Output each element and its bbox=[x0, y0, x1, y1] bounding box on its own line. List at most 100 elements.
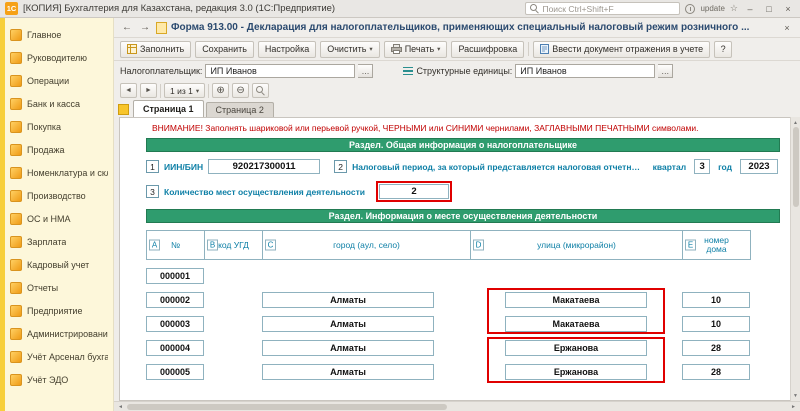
sidebar: Главное Руководителю Операции Банк и кас… bbox=[0, 18, 114, 411]
tab-page-1[interactable]: Страница 1 bbox=[133, 100, 204, 117]
street-cell[interactable]: Макатаева bbox=[505, 292, 647, 308]
forward-button[interactable]: → bbox=[138, 22, 152, 33]
empty-cell bbox=[470, 268, 682, 284]
sidebar-item-purchase[interactable]: Покупка bbox=[5, 115, 113, 138]
activity-places-value[interactable]: 2 bbox=[379, 184, 449, 199]
row-number-cell[interactable]: 000001 bbox=[146, 268, 204, 284]
print-button[interactable]: Печать▾ bbox=[384, 41, 448, 58]
form-title: Форма 913.00 - Декларация для налогоплат… bbox=[171, 22, 776, 33]
tab-page-2[interactable]: Страница 2 bbox=[206, 102, 274, 117]
city-cell[interactable]: Алматы bbox=[262, 292, 434, 308]
sidebar-item-label: Продажа bbox=[27, 145, 65, 155]
horizontal-scrollbar[interactable]: ◄ ► bbox=[114, 401, 800, 411]
history-icon[interactable] bbox=[685, 4, 695, 14]
year-value[interactable]: 2023 bbox=[740, 159, 778, 174]
page-indicator-label: 1 из 1 bbox=[170, 86, 193, 96]
col-title-city: город (аул, село) bbox=[320, 241, 413, 250]
sidebar-item-label: Номенклатура и склад bbox=[27, 168, 108, 178]
city-cell[interactable]: Алматы bbox=[262, 316, 434, 332]
quarter-year-group: квартал 3 год 2023 bbox=[648, 159, 780, 174]
settings-button[interactable]: Настройка bbox=[258, 41, 316, 58]
page-indicator[interactable]: 1 из 1▾ bbox=[164, 83, 205, 98]
section-header-general: Раздел. Общая информация о налогоплатель… bbox=[146, 138, 780, 152]
vertical-scrollbar[interactable]: ▲ ▼ bbox=[790, 117, 800, 401]
clear-button[interactable]: Очистить▾ bbox=[320, 41, 379, 58]
sidebar-item-reports[interactable]: Отчеты bbox=[5, 276, 113, 299]
col-title-number: № bbox=[158, 241, 193, 250]
quarter-value[interactable]: 3 bbox=[694, 159, 710, 174]
units-select-button[interactable]: … bbox=[658, 64, 673, 78]
enter-document-button[interactable]: Ввести документ отражения в учете bbox=[533, 41, 710, 58]
taxpayer-select-button[interactable]: … bbox=[358, 64, 373, 78]
taxpayer-field[interactable]: ИП Иванов bbox=[205, 64, 355, 78]
fixed-assets-icon bbox=[10, 213, 22, 225]
row-number-cell[interactable]: 000003 bbox=[146, 316, 204, 332]
pager-separator bbox=[160, 84, 161, 98]
scroll-right-icon[interactable]: ► bbox=[789, 404, 798, 410]
field-row-1: 1 ИИН/БИН 920217300011 2 Налоговый перио… bbox=[146, 159, 780, 174]
street-cell[interactable]: Ержанова bbox=[505, 364, 647, 380]
col-letter-c: C bbox=[265, 240, 276, 251]
fill-button[interactable]: Заполнить bbox=[120, 41, 191, 58]
sidebar-item-enterprise[interactable]: Предприятие bbox=[5, 299, 113, 322]
close-button[interactable]: × bbox=[781, 4, 795, 14]
sidebar-item-production[interactable]: Производство bbox=[5, 184, 113, 207]
favorites-star-icon[interactable]: ☆ bbox=[730, 3, 738, 14]
sidebar-item-label: Покупка bbox=[27, 122, 61, 132]
iin-bin-value[interactable]: 920217300011 bbox=[208, 159, 320, 174]
operations-icon bbox=[10, 75, 22, 87]
arsenal-icon bbox=[10, 351, 22, 363]
sidebar-item-arsenal[interactable]: Учёт Арсенал бухгалтера bbox=[5, 345, 113, 368]
close-form-button[interactable]: × bbox=[780, 23, 794, 33]
sidebar-item-manager[interactable]: Руководителю bbox=[5, 46, 113, 69]
maximize-button[interactable]: □ bbox=[762, 4, 776, 14]
sidebar-item-label: Кадровый учет bbox=[27, 260, 89, 270]
sidebar-item-edo[interactable]: Учёт ЭДО bbox=[5, 368, 113, 391]
house-cell[interactable]: 10 bbox=[682, 316, 750, 332]
sidebar-item-bank-cash[interactable]: Банк и касса bbox=[5, 92, 113, 115]
zoom-in-button[interactable]: ⊕ bbox=[212, 83, 229, 98]
sidebar-item-nomenclature-warehouse[interactable]: Номенклатура и склад bbox=[5, 161, 113, 184]
house-cell[interactable]: 10 bbox=[682, 292, 750, 308]
minimize-button[interactable]: – bbox=[743, 4, 757, 14]
row-number-cell[interactable]: 000005 bbox=[146, 364, 204, 380]
col-letter-a: A bbox=[149, 240, 160, 251]
sidebar-item-main[interactable]: Главное bbox=[5, 23, 113, 46]
scroll-down-icon[interactable]: ▼ bbox=[793, 391, 798, 400]
horizontal-scroll-thumb[interactable] bbox=[127, 404, 447, 410]
field-3-number: 3 bbox=[146, 185, 159, 198]
units-value: ИП Иванов bbox=[520, 66, 566, 76]
street-cell[interactable]: Ержанова bbox=[505, 340, 647, 356]
col-header-number: A№ bbox=[146, 230, 205, 260]
save-button[interactable]: Сохранить bbox=[195, 41, 254, 58]
print-icon bbox=[391, 44, 402, 54]
scroll-up-icon[interactable]: ▲ bbox=[793, 118, 798, 127]
help-button[interactable]: ? bbox=[714, 41, 732, 58]
sidebar-item-fixed-assets[interactable]: ОС и НМА bbox=[5, 207, 113, 230]
street-cell[interactable]: Макатаева bbox=[505, 316, 647, 332]
units-field[interactable]: ИП Иванов bbox=[515, 64, 655, 78]
zoom-out-button[interactable]: ⊖ bbox=[232, 83, 249, 98]
taxpayer-value: ИП Иванов bbox=[210, 66, 256, 76]
row-number-cell[interactable]: 000004 bbox=[146, 340, 204, 356]
tab-corner-marker[interactable] bbox=[118, 104, 129, 115]
magnifier-button[interactable] bbox=[252, 83, 269, 98]
page-next-button[interactable]: ► bbox=[140, 83, 157, 98]
col-header-city: Cгород (аул, село) bbox=[262, 230, 471, 260]
house-cell[interactable]: 28 bbox=[682, 340, 750, 356]
house-cell[interactable]: 28 bbox=[682, 364, 750, 380]
sidebar-item-administration[interactable]: Администрирование bbox=[5, 322, 113, 345]
sidebar-item-sales[interactable]: Продажа bbox=[5, 138, 113, 161]
decrypt-button[interactable]: Расшифровка bbox=[451, 41, 524, 58]
row-number-cell[interactable]: 000002 bbox=[146, 292, 204, 308]
sidebar-item-operations[interactable]: Операции bbox=[5, 69, 113, 92]
city-cell[interactable]: Алматы bbox=[262, 364, 434, 380]
sidebar-item-salary[interactable]: Зарплата bbox=[5, 230, 113, 253]
scroll-left-icon[interactable]: ◄ bbox=[116, 404, 125, 410]
vertical-scroll-thumb[interactable] bbox=[793, 127, 799, 207]
global-search-input[interactable]: Поиск Ctrl+Shift+F bbox=[525, 2, 680, 15]
page-prev-button[interactable]: ◄ bbox=[120, 83, 137, 98]
back-button[interactable]: ← bbox=[120, 22, 134, 33]
city-cell[interactable]: Алматы bbox=[262, 340, 434, 356]
sidebar-item-hr[interactable]: Кадровый учет bbox=[5, 253, 113, 276]
